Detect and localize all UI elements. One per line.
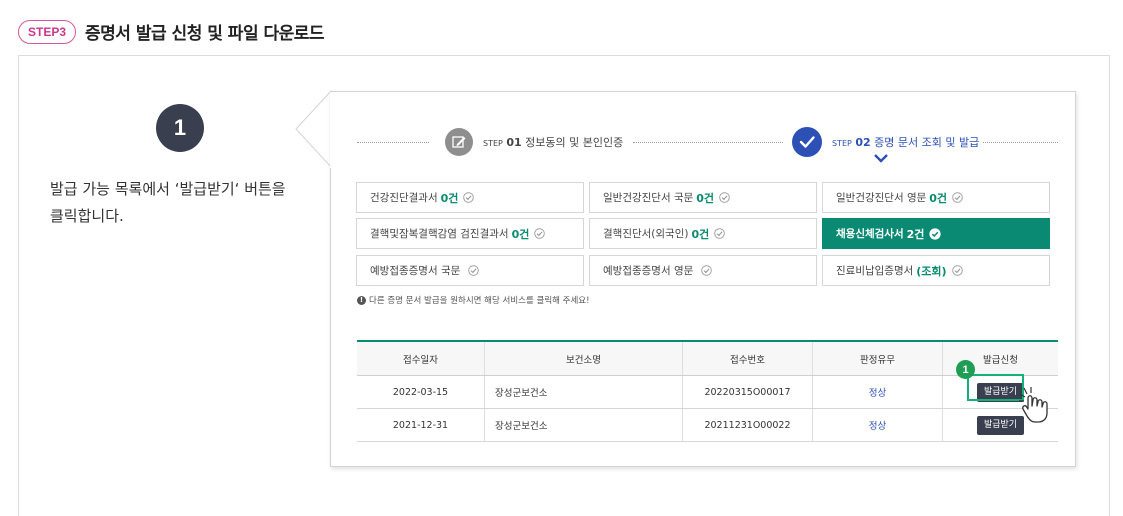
progress-step-1: STEP 01 정보동의 및 본인인증	[483, 136, 624, 149]
progress-line	[633, 142, 783, 143]
check-small-icon	[719, 192, 730, 203]
check-small-icon	[951, 265, 963, 276]
row-center: 장성군보건소	[484, 408, 683, 442]
panel-pointer-mask	[330, 92, 332, 168]
progress-line	[983, 142, 1058, 143]
hand-pointer-icon	[1019, 387, 1048, 423]
instruction-line-1: 발급 가능 목록에서 ‘발급받기‘ 버튼을	[50, 180, 286, 198]
step-badge: STEP3	[18, 19, 77, 44]
info-note: ! 다른 증명 문서 발급을 원하시면 해당 서비스를 클릭해 주세요!	[357, 294, 590, 306]
table-row: 2021-12-31 장성군보건소 20211231O00022 정상 발급받기	[357, 408, 1058, 442]
col-date: 접수일자	[357, 340, 485, 376]
step-header: STEP3 증명서 발급 신청 및 파일 다운로드	[18, 19, 325, 44]
check-small-icon	[952, 192, 963, 203]
doc-general-diagnosis-en[interactable]: 일반건강진단서 영문 0건	[822, 182, 1050, 213]
check-small-icon	[714, 228, 726, 239]
check-circle-icon	[929, 227, 942, 240]
doc-vaccination-kr[interactable]: 예방접종증명서 국문	[356, 255, 584, 286]
guide-step-number: 1	[156, 104, 204, 152]
panel-pointer	[295, 90, 332, 169]
table-header-row: 접수일자 보건소명 접수번호 판정유무 발급신청	[357, 340, 1058, 376]
progress-line	[357, 142, 429, 143]
col-center: 보건소명	[484, 340, 683, 376]
col-number: 접수번호	[682, 340, 813, 376]
info-icon: !	[357, 295, 366, 305]
check-small-icon	[701, 265, 713, 276]
row-number: 20220315O00017	[682, 375, 813, 409]
row-number: 20211231O00022	[682, 408, 813, 442]
col-status: 판정유무	[812, 340, 943, 376]
check-small-icon	[468, 265, 480, 276]
doc-tb-screening-result[interactable]: 결핵및잠복결핵감염 검진결과서 0건	[356, 218, 584, 249]
issue-table: 접수일자 보건소명 접수번호 판정유무 발급신청 2022-03-15 장성군보…	[357, 340, 1058, 442]
check-circle-icon	[792, 127, 822, 157]
doc-vaccination-en[interactable]: 예방접종증명서 영문	[589, 255, 817, 286]
click-highlight	[967, 374, 1024, 401]
doc-medical-payment[interactable]: 진료비납입증명서 (조회)	[822, 255, 1050, 286]
row-center: 장성군보건소	[484, 375, 683, 409]
table-row: 2022-03-15 장성군보건소 20220315O00017 정상 발급받기	[357, 375, 1058, 409]
chevron-down-icon	[874, 154, 888, 163]
row-status: 정상	[812, 408, 943, 442]
instruction-line-2: 클릭합니다.	[50, 207, 124, 225]
row-date: 2021-12-31	[357, 408, 485, 442]
guide-instruction: 발급 가능 목록에서 ‘발급받기‘ 버튼을 클릭합니다.	[50, 176, 310, 230]
row-date: 2022-03-15	[357, 375, 485, 409]
doc-health-check-result[interactable]: 건강진단결과서 0건	[356, 182, 584, 213]
check-small-icon	[534, 228, 546, 239]
progress-step-2: STEP 02 증명 문서 조회 및 발급	[832, 136, 980, 149]
callout-badge: 1	[956, 360, 975, 379]
doc-general-diagnosis-kr[interactable]: 일반건강진단서 국문 0건	[589, 182, 817, 213]
page-title: 증명서 발급 신청 및 파일 다운로드	[85, 24, 325, 44]
edit-icon	[445, 128, 473, 156]
row-status: 정상	[812, 375, 943, 409]
download-button[interactable]: 발급받기	[976, 415, 1025, 435]
doc-employment-physical[interactable]: 채용신체검사서 2건	[822, 218, 1050, 249]
check-small-icon	[463, 192, 475, 203]
doc-tb-diagnosis-foreigner[interactable]: 결핵진단서(외국인) 0건	[589, 218, 817, 249]
